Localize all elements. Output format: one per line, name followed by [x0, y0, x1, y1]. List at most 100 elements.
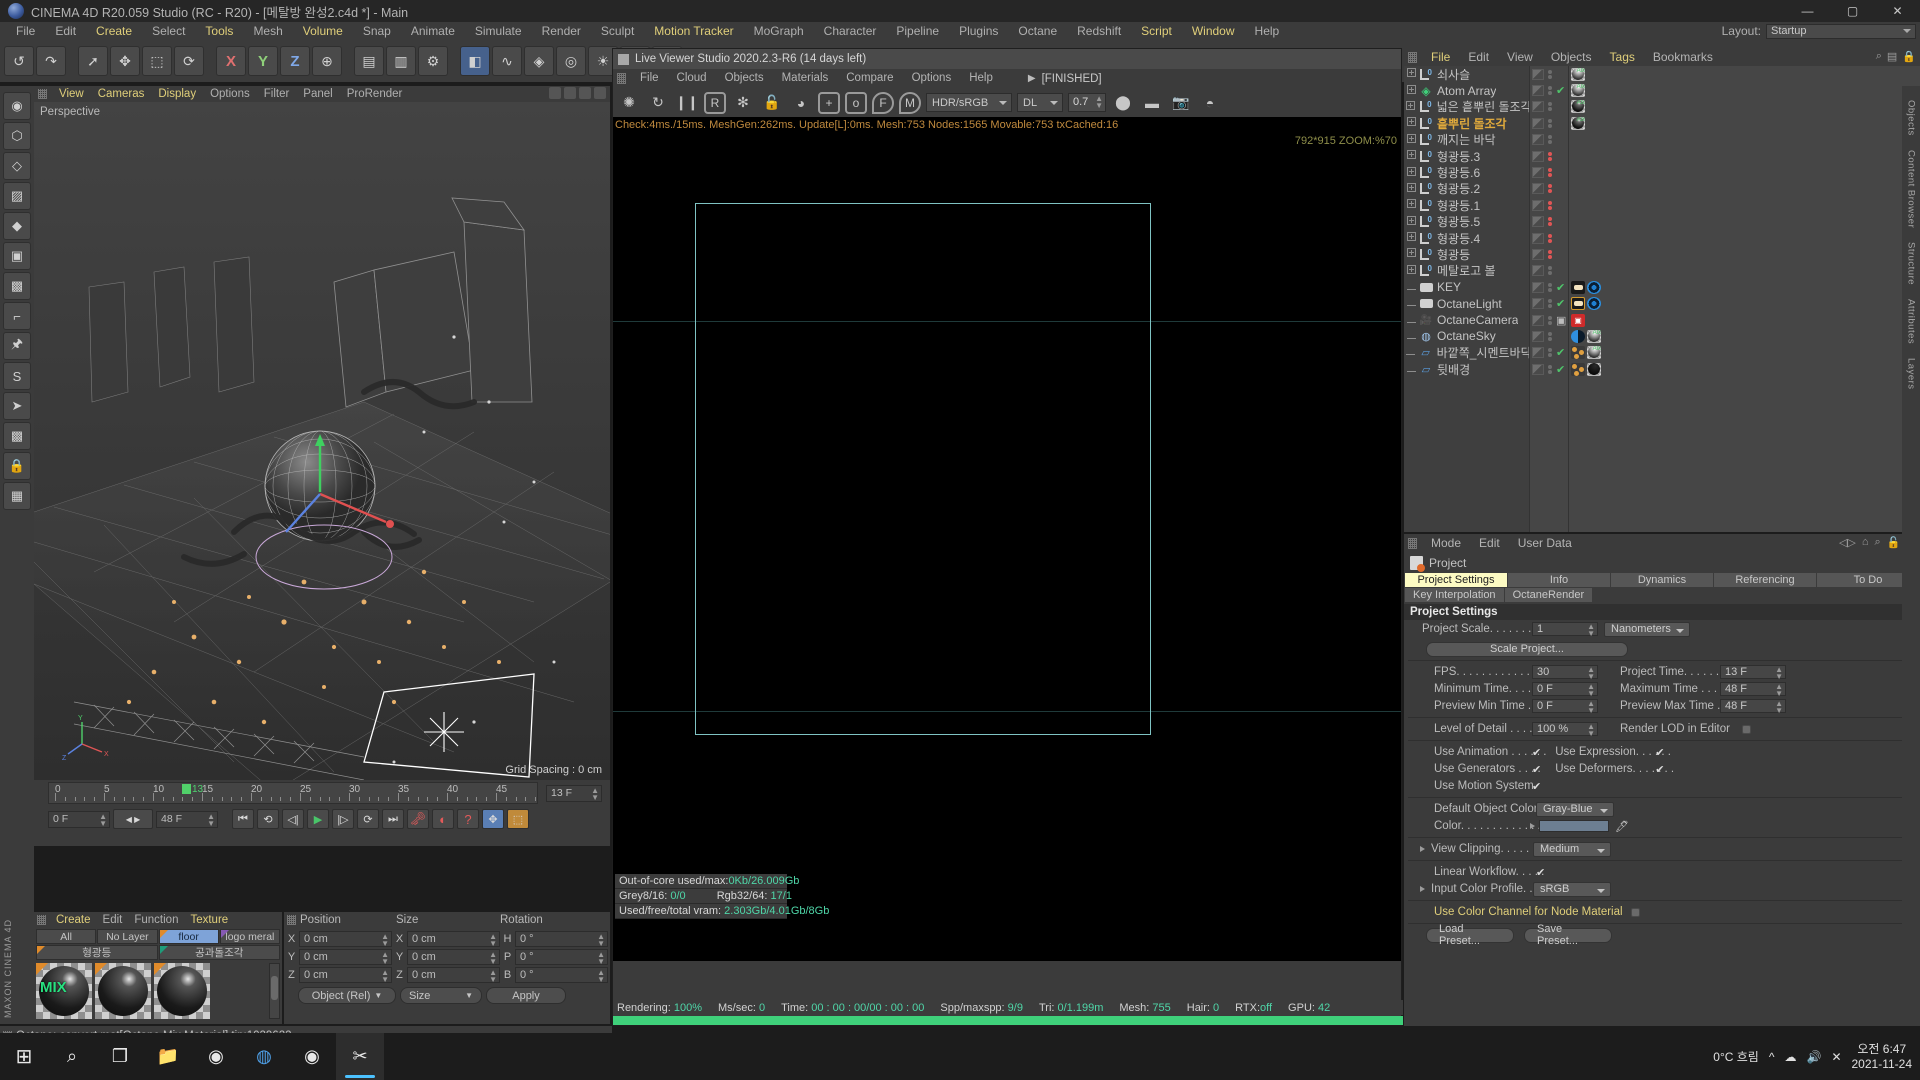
lock-icon[interactable]: 🔓	[1887, 536, 1901, 549]
scale-tool[interactable]: ⬚	[142, 46, 172, 76]
object-manager-menu-tags[interactable]: Tags	[1601, 48, 1644, 66]
object-visibility-cell[interactable]	[1530, 246, 1568, 262]
snap-tool[interactable]: ▩	[3, 422, 31, 450]
network-icon[interactable]: ✕	[1831, 1050, 1841, 1064]
maximize-button[interactable]: ▢	[1830, 0, 1875, 22]
object-manager-menu-bookmarks[interactable]: Bookmarks	[1644, 48, 1722, 66]
visibility-dots[interactable]	[1548, 348, 1552, 358]
expand-plus-icon[interactable]	[1406, 100, 1416, 110]
viewport-solo-tool[interactable]: ➤	[3, 392, 31, 420]
attributes-tab-project-settings[interactable]: Project Settings	[1405, 573, 1507, 587]
menu-item-animate[interactable]: Animate	[401, 22, 465, 40]
object-tree-toggle[interactable]	[1404, 215, 1418, 228]
generator-tool[interactable]: ◈	[524, 46, 554, 76]
object-row[interactable]: ◍ OctaneSky	[1404, 328, 1529, 344]
menu-item-plugins[interactable]: Plugins	[949, 22, 1008, 40]
render-view-tool[interactable]: ▤	[354, 46, 384, 76]
object-visibility-cell[interactable]	[1530, 328, 1568, 344]
live-viewer-render-canvas[interactable]: Check:4ms./15ms. MeshGen:262ms. Update[L…	[613, 117, 1401, 961]
menu-item-file[interactable]: File	[6, 22, 45, 40]
linear-workflow-checkbox[interactable]: ✔	[1536, 866, 1545, 879]
spinner-icon[interactable]: ▲ ▼	[99, 812, 107, 827]
object-visibility-cell[interactable]	[1530, 66, 1568, 82]
visibility-toggle-icon[interactable]	[1532, 101, 1544, 113]
editor-visibility-dot[interactable]	[1548, 217, 1552, 222]
visibility-dots[interactable]	[1548, 217, 1552, 227]
spinner-icon[interactable]: ▲ ▼	[489, 951, 497, 966]
material-layer-공과돌조각[interactable]: 공과돌조각	[158, 945, 280, 960]
spinner-icon[interactable]: ▲ ▼	[1587, 683, 1595, 698]
editor-visibility-dot[interactable]	[1548, 233, 1552, 238]
spinner-icon[interactable]: ▲ ▼	[207, 812, 215, 827]
editor-visibility-dot[interactable]	[1548, 299, 1552, 304]
lock-tool[interactable]: 🔒	[3, 452, 31, 480]
panel-grip-icon[interactable]	[287, 915, 296, 925]
spinner-icon[interactable]: ▲ ▼	[1775, 666, 1783, 681]
spinner-icon[interactable]: ▲ ▼	[597, 951, 605, 966]
visibility-toggle-icon[interactable]	[1532, 347, 1544, 359]
attributes-checkbox[interactable]: ✔	[1532, 780, 1541, 793]
restart-render-icon[interactable]: ↻	[646, 91, 670, 115]
point-mode-tool[interactable]: ⬡	[3, 122, 31, 150]
attributes-field-input[interactable]: 0 F ▲ ▼	[1532, 682, 1598, 698]
attributes-checkbox[interactable]: ✔	[1532, 763, 1541, 776]
menu-overflow-arrow-icon[interactable]: ▶	[1028, 73, 1036, 84]
octane-live-viewer-tool[interactable]: ◉	[3, 92, 31, 120]
object-row[interactable]: ▱ 바깥쪽_시멘트바닥	[1404, 345, 1529, 361]
panel-grip-icon[interactable]	[1408, 52, 1417, 63]
visibility-toggle-icon[interactable]	[1532, 150, 1544, 162]
editor-visibility-dot[interactable]	[1548, 135, 1552, 140]
quantize-tool[interactable]: ▦	[3, 482, 31, 510]
visibility-toggle-icon[interactable]	[1532, 199, 1544, 211]
attributes-menu-user-data[interactable]: User Data	[1509, 534, 1581, 552]
object-visibility-cell[interactable]: ✔	[1530, 345, 1568, 361]
material-menu-function[interactable]: Function	[128, 912, 184, 928]
visibility-toggle-icon[interactable]	[1532, 363, 1544, 375]
minimize-button[interactable]: —	[1785, 0, 1830, 22]
close-button[interactable]: ✕	[1875, 0, 1920, 22]
attributes-tab-octanerender[interactable]: OctaneRender	[1504, 588, 1593, 602]
expand-plus-icon[interactable]	[1406, 215, 1416, 225]
object-mode-tool[interactable]: ▣	[3, 242, 31, 270]
object-row[interactable]: 0 쇠사슬	[1404, 66, 1529, 82]
region-render-icon[interactable]: R	[704, 91, 726, 114]
redo-tool[interactable]: ↷	[36, 46, 66, 76]
object-tree-toggle[interactable]	[1404, 248, 1418, 260]
object-row[interactable]: 0 형광등.4	[1404, 230, 1529, 246]
timeline-scale-tool[interactable]: ⬚	[507, 809, 529, 829]
weather-widget[interactable]: 0°C 흐림	[1713, 1048, 1759, 1065]
eyedropper-icon[interactable]: 🖊	[1615, 820, 1629, 833]
attributes-field-input[interactable]: 30 ▲ ▼	[1532, 665, 1598, 681]
coord-apply-button[interactable]: Apply	[486, 987, 566, 1004]
visibility-toggle-icon[interactable]	[1532, 216, 1544, 228]
render-visibility-dot[interactable]	[1548, 222, 1552, 227]
spinner-icon[interactable]: ▲ ▼	[381, 969, 389, 984]
move-tool[interactable]: ✥	[110, 46, 140, 76]
material-layer-All[interactable]: All	[36, 929, 97, 944]
material-scrollbar[interactable]	[269, 963, 280, 1019]
menu-item-motion-tracker[interactable]: Motion Tracker	[644, 22, 743, 40]
default-object-color-dropdown[interactable]: Gray-Blue	[1536, 801, 1614, 817]
search-icon[interactable]: ⌕	[1876, 50, 1882, 63]
clock-widget[interactable]: 오전 6:47 2021-11-24	[1852, 1042, 1913, 1072]
object-row[interactable]: 0 형광등.5	[1404, 214, 1529, 230]
attributes-field-input-right[interactable]: 13 F ▲ ▼	[1720, 665, 1786, 681]
spinner-icon[interactable]: ▲ ▼	[1095, 95, 1103, 110]
viewport-pan-icon[interactable]	[549, 87, 561, 99]
object-tree-toggle[interactable]	[1404, 84, 1418, 97]
go-to-end-button[interactable]: ⏭	[382, 809, 404, 829]
view-clipping-dropdown[interactable]: Medium	[1533, 841, 1611, 857]
coord-rotation-field[interactable]: 0 ° ▲ ▼	[515, 967, 608, 984]
input-color-profile-dropdown[interactable]: sRGB	[1533, 881, 1611, 897]
object-visibility-cell[interactable]	[1530, 132, 1568, 148]
visibility-toggle-icon[interactable]	[1532, 281, 1544, 293]
object-manager-menu-edit[interactable]: Edit	[1459, 48, 1498, 66]
render-visibility-dot[interactable]	[1548, 304, 1552, 309]
render-visibility-dot[interactable]	[1548, 271, 1552, 276]
object-tree-toggle[interactable]	[1404, 182, 1418, 195]
octane-material-tag-icon[interactable]	[1571, 346, 1585, 360]
render-visibility-dot[interactable]	[1548, 336, 1552, 341]
save-image-icon[interactable]: 📷	[1169, 91, 1193, 115]
node-material-checkbox[interactable]	[1630, 907, 1640, 917]
visibility-toggle-icon[interactable]	[1532, 314, 1544, 326]
